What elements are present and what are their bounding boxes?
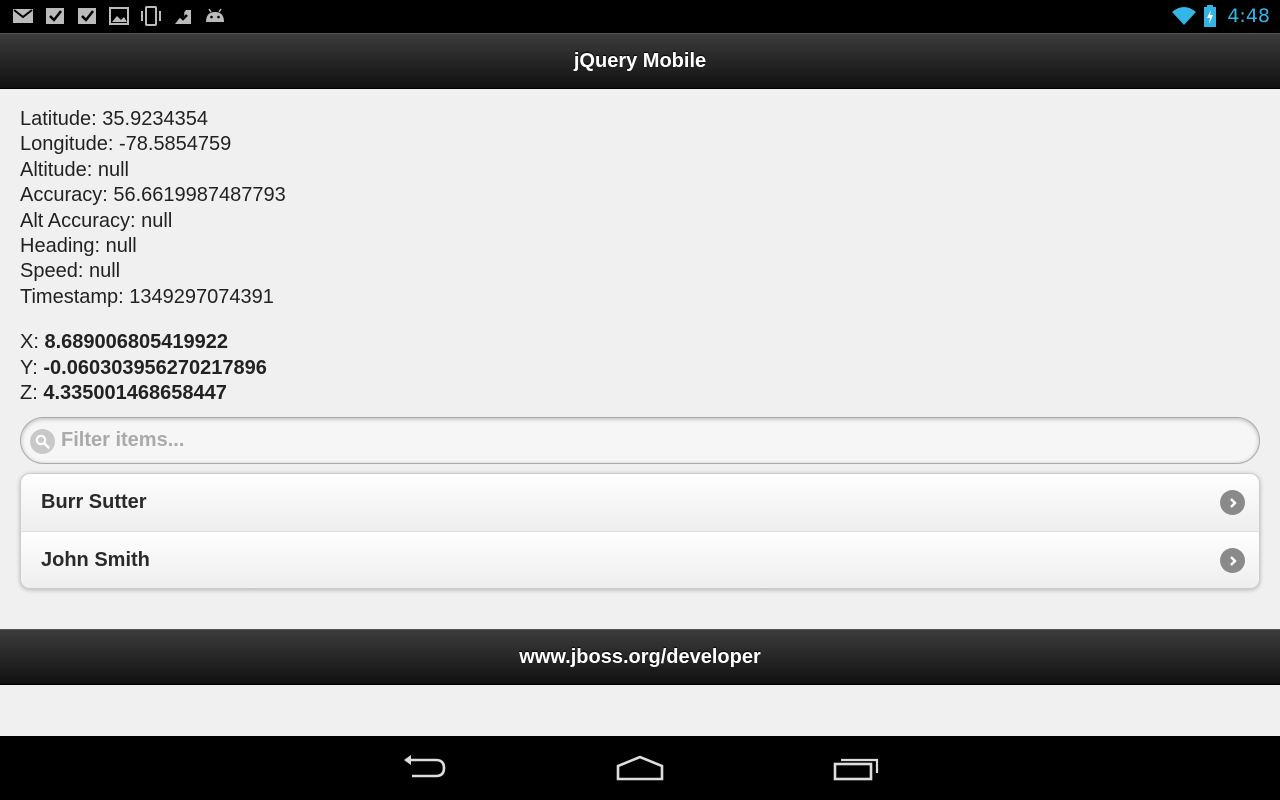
task-done-icon [46,8,64,24]
speed-line: Speed: null [20,260,121,283]
navigation-bar [0,736,1280,800]
accuracy-line: Accuracy: 56.6619987487793 [20,184,286,207]
header-bar: jQuery Mobile [0,33,1280,89]
app-page: jQuery Mobile Latitude: 35.9234354 Longi… [0,33,1280,736]
altitude-line: Altitude: null [20,158,129,181]
clock: 4:48 [1227,5,1270,27]
heading-line: Heading: null [20,234,137,257]
back-button[interactable] [394,750,454,786]
search-icon [30,429,55,454]
page-title: jQuery Mobile [573,49,707,72]
longitude-line: Longitude: -78.5854759 [20,133,232,156]
latitude-line: Latitude: 35.9234354 [20,108,208,130]
list-item[interactable]: Burr Sutter [21,474,1259,531]
vibrate-icon [141,6,161,26]
status-right: 4:48 [1171,5,1270,27]
accel-z-line: Z: 4.335001468658447 [20,381,1260,406]
accel-x-value: 8.689006805419922 [44,331,228,354]
accelerometer-info: X: 8.689006805419922 Y: -0.0603039562702… [20,330,1260,406]
contact-list: Burr Sutter John Smith [20,473,1260,589]
home-icon [616,755,664,781]
list-item[interactable]: John Smith [21,531,1259,588]
battery-icon [1204,5,1217,27]
task-done-icon [78,8,96,24]
timestamp-line: Timestamp: 1349297074391 [20,285,274,308]
footer-bar: www.jboss.org/developer [0,629,1280,685]
gmail-icon [13,9,33,23]
geolocation-info: Latitude: 35.9234354 Longitude: -78.5854… [20,107,1260,310]
chevron-right-icon [1220,490,1245,515]
list-item-label: John Smith [41,548,150,571]
accel-z-value: 4.335001468658447 [43,381,227,404]
accel-x-line: X: 8.689006805419922 [20,330,1260,355]
accel-y-line: Y: -0.060303956270217896 [20,356,1260,381]
filter-bar [20,417,1260,464]
recent-apps-button[interactable] [827,750,887,786]
notification-icons [12,6,226,26]
home-button[interactable] [610,750,670,786]
list-item-label: Burr Sutter [41,491,147,513]
gallery-icon [109,7,129,25]
download-icon [175,8,191,24]
accel-x-label: X: [20,331,39,354]
footer-text: www.jboss.org/developer [519,645,761,668]
alt-accuracy-line: Alt Accuracy: null [20,209,173,232]
android-icon [206,8,224,22]
wifi-icon [1172,7,1197,25]
accel-y-label: Y: [20,356,38,379]
sensor-info: Latitude: 35.9234354 Longitude: -78.5854… [20,107,1260,406]
accel-z-label: Z: [20,381,38,404]
status-bar: 4:48 [0,0,1280,33]
chevron-right-icon [1220,548,1245,573]
accel-y-value: -0.060303956270217896 [43,356,267,379]
recent-apps-icon [833,758,879,781]
back-icon [404,755,446,778]
filter-input[interactable] [61,418,1241,463]
